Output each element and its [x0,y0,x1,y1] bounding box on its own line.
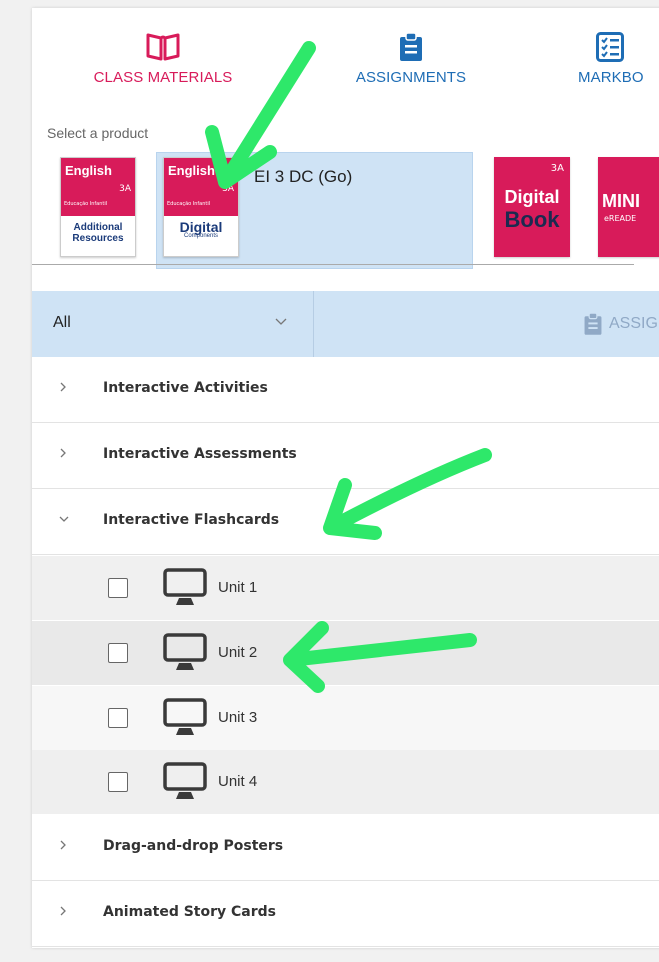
chevron-right-icon [60,382,66,392]
page: CLASS MATERIALS ASSIGNMENTS MARKBO Selec… [0,0,659,962]
unit-label: Unit 4 [218,773,258,790]
tab-markbook[interactable]: MARKBO [578,32,659,86]
unit-label: Unit 1 [218,579,258,596]
cover-label: Additional Resources [61,222,135,244]
cover-grade: 3A [119,184,131,194]
filter-divider [313,291,314,357]
category-animated-story-cards[interactable]: Animated Story Cards [32,881,659,947]
product-additional-resources[interactable]: English 3A Educação Infantil Additional … [60,157,136,257]
chevron-right-icon [60,448,66,458]
cover-subtitle: Educação Infantil [167,201,211,207]
cover-brand: English [65,163,112,178]
cover-label-line2: Resources [72,233,124,244]
cover-label-line2: eREADE [604,214,637,223]
cover-label-line2: Components [183,233,219,239]
monitor-icon [163,568,207,605]
filter-bar [32,291,659,357]
cover-subtitle: Educação Infantil [64,201,108,207]
category-label: Interactive Activities [103,380,268,396]
category-label: Drag-and-drop Posters [103,838,284,854]
category-interactive-assessments[interactable]: Interactive Assessments [32,423,659,489]
filter-dropdown[interactable]: All [53,314,71,332]
product-mini-ereader[interactable]: MINI eREADE [598,157,659,257]
category-interactive-flashcards[interactable]: Interactive Flashcards [32,489,659,555]
tab-assignments-label: ASSIGNMENTS [355,69,467,86]
unit-label: Unit 3 [218,709,258,726]
unit-checkbox[interactable] [108,708,128,728]
list-item-unit-2[interactable]: Unit 2 [32,621,659,685]
category-label: Interactive Flashcards [103,512,280,528]
book-icon [146,33,180,61]
clipboard-icon [584,312,602,335]
unit-label: Unit 2 [218,644,258,661]
monitor-icon [163,698,207,735]
select-product-label: Select a product [47,125,149,141]
list-item-unit-4[interactable]: Unit 4 [32,750,659,814]
cover-brand: English [168,163,215,178]
monitor-icon [163,762,207,799]
cover-label-line1: Digital [504,187,560,207]
clipboard-icon [400,32,422,61]
cover-label: Digital Components [164,219,238,240]
carousel-divider [32,264,634,265]
cover-label-line1: MINI [602,191,640,211]
unit-checkbox[interactable] [108,772,128,792]
unit-checkbox[interactable] [108,643,128,663]
cover-grade: 3A [550,163,564,174]
tab-class-materials[interactable]: CLASS MATERIALS [82,32,244,86]
product-digital-components[interactable]: English 3A Educação Infantil Digital Com… [163,157,239,257]
chevron-right-icon [60,840,66,850]
chevron-right-icon [60,906,66,916]
unit-checkbox[interactable] [108,578,128,598]
chevron-down-icon [59,516,69,522]
assign-button-label: ASSIG [609,315,658,332]
cover-label-line1: Additional [73,222,123,233]
selected-product-title: EI 3 DC (Go) [254,167,353,186]
chevron-down-icon[interactable] [275,318,287,326]
tab-class-materials-label: CLASS MATERIALS [93,69,233,86]
category-interactive-activities[interactable]: Interactive Activities [32,357,659,423]
checklist-icon [596,32,624,62]
cover-label-line1: Digital [179,219,223,235]
tab-assignments[interactable]: ASSIGNMENTS [344,32,478,86]
category-drag-and-drop-posters[interactable]: Drag-and-drop Posters [32,815,659,881]
monitor-icon [163,633,207,670]
cover-label-line2: Book [504,207,560,232]
category-label: Animated Story Cards [103,904,276,920]
list-item-unit-1[interactable]: Unit 1 [32,556,659,620]
cover-grade: 3A [222,184,234,194]
tab-markbook-label: MARKBO [578,69,644,86]
assign-button[interactable]: ASSIG [583,312,658,336]
list-item-unit-3[interactable]: Unit 3 [32,686,659,750]
category-label: Interactive Assessments [103,446,297,462]
product-digital-book[interactable]: 3A Digital Book [494,157,570,257]
